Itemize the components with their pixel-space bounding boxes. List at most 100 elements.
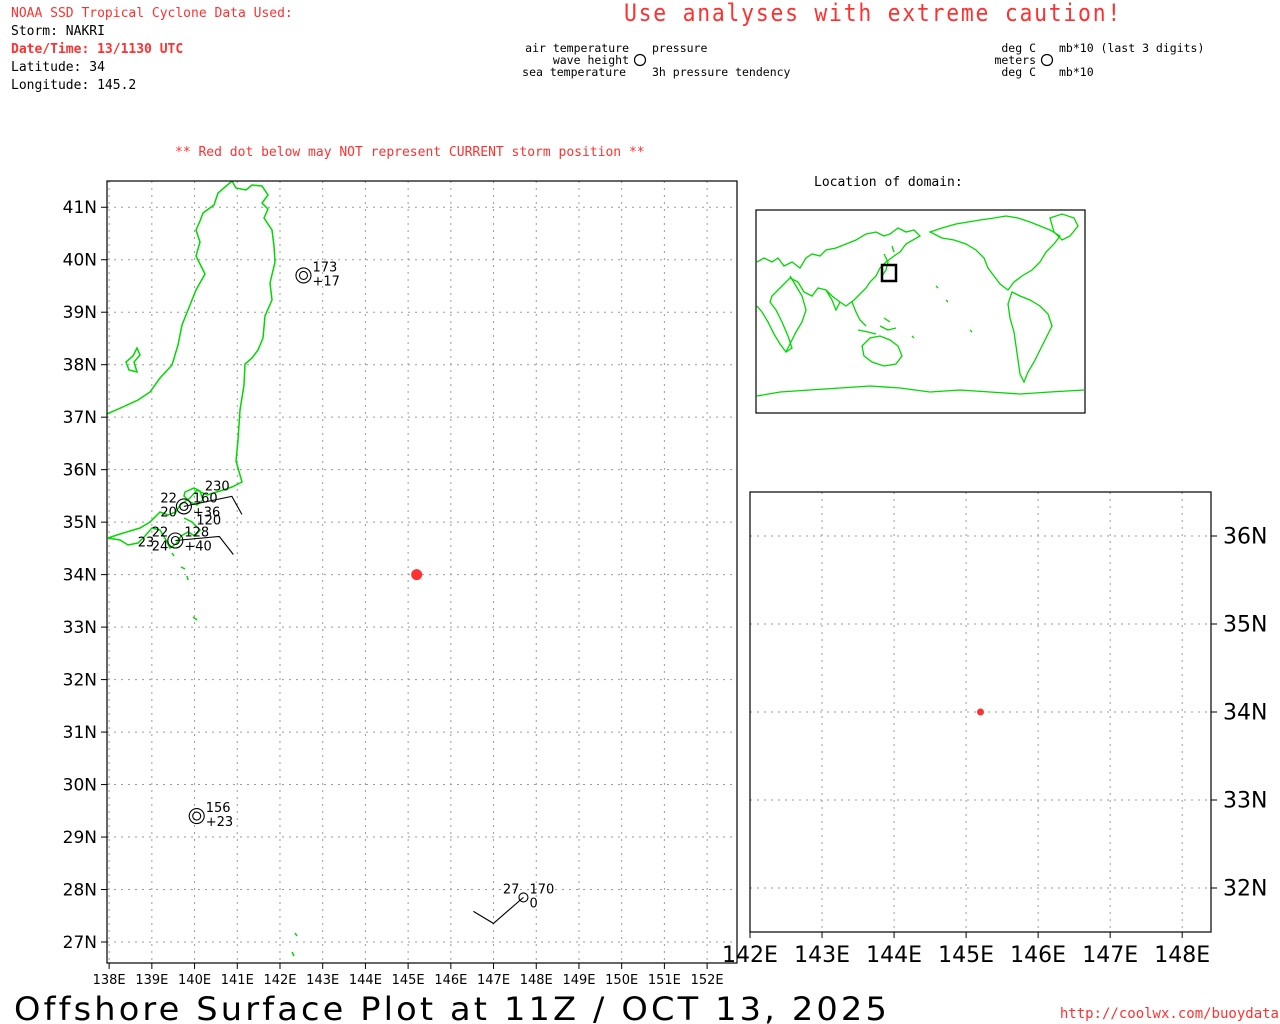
station-tendency: +40 bbox=[184, 540, 211, 555]
lat-label: 36N bbox=[63, 461, 97, 481]
source-url[interactable]: http://coolwx.com/buoydata bbox=[1060, 1006, 1279, 1022]
lon-label: 149E bbox=[562, 973, 595, 988]
coastline-south-america bbox=[1007, 291, 1053, 384]
coastline-antarctica bbox=[756, 385, 1085, 397]
lat-label: 33N bbox=[63, 618, 97, 638]
lon-label: 138E bbox=[93, 973, 126, 988]
station-circle-icon bbox=[295, 267, 312, 284]
world-coastlines bbox=[756, 213, 1085, 397]
station-extra: 120 bbox=[196, 514, 221, 529]
zoom-map: 36N 35N 34N 33N 32N 142E 143E 144E 145E 146E 147E… bbox=[722, 491, 1267, 968]
zoom-map-longitude-labels: 142E 143E 144E 145E 146E 147E 148E bbox=[722, 932, 1210, 968]
coastline-honshu bbox=[107, 181, 276, 539]
station-air: 27 bbox=[503, 882, 520, 897]
station-circle-icon bbox=[188, 807, 205, 825]
station-tendency: 0 bbox=[529, 896, 537, 911]
lon-label: 141E bbox=[221, 973, 254, 988]
zoom-storm-position-dot[interactable] bbox=[977, 708, 984, 716]
lat-label: 33N bbox=[1223, 789, 1267, 814]
lon-label: 140E bbox=[178, 973, 211, 988]
station-extra: 230 bbox=[205, 479, 230, 494]
lat-label: 37N bbox=[63, 408, 97, 428]
lon-label: 146E bbox=[1010, 943, 1066, 968]
coastline-eurasia-west bbox=[756, 227, 922, 353]
main-map-gridlines bbox=[107, 181, 737, 963]
legend-sea-temperature: sea temperature bbox=[522, 65, 626, 79]
lon-label: 148E bbox=[520, 973, 553, 988]
caution-warning: Use analyses with extreme caution! bbox=[624, 0, 1122, 27]
station-extra2: 23 bbox=[138, 536, 155, 551]
inset-title: Location of domain: bbox=[814, 175, 963, 190]
station-st-170[interactable]: 1700 27 bbox=[503, 882, 554, 911]
lon-label: 144E bbox=[866, 943, 922, 968]
station-inner-circle-icon bbox=[192, 811, 202, 821]
latitude: Latitude: 34 bbox=[11, 60, 105, 75]
legend-units-circle-icon bbox=[1040, 53, 1054, 67]
lon-label: 142E bbox=[722, 943, 778, 968]
station-st-156[interactable]: 156+23 bbox=[188, 801, 233, 830]
station-tendency: +23 bbox=[206, 815, 233, 830]
station-st-128[interactable]: 128+40222412023 bbox=[138, 514, 221, 555]
lon-label: 150E bbox=[605, 973, 638, 988]
header-info: NOAA SSD Tropical Cyclone Data Used: Sto… bbox=[11, 6, 293, 93]
source-title: NOAA SSD Tropical Cyclone Data Used: bbox=[11, 6, 293, 21]
lat-label: 35N bbox=[1223, 613, 1267, 638]
main-map: 41N 40N 39N 38N 37N 36N 35N 34N 33N 32N 31N 30N 29N 2… bbox=[63, 180, 738, 988]
station-inner-circle-icon bbox=[298, 270, 309, 281]
coastline-greenland bbox=[1049, 213, 1079, 241]
main-map-longitude-labels: 138E 139E 140E 141E 142E 143E 144E 145E 146E 147E… bbox=[93, 963, 724, 988]
lat-label: 38N bbox=[63, 356, 97, 376]
storm-position-dot[interactable] bbox=[411, 569, 423, 581]
lat-label: 32N bbox=[1223, 877, 1267, 902]
coastline-sado bbox=[125, 346, 141, 374]
station-pressure: 173 bbox=[312, 260, 337, 275]
lon-label: 143E bbox=[794, 943, 850, 968]
lat-label: 30N bbox=[63, 776, 97, 796]
buoy-stations: 173+17160+362220230128+40222412023156+23… bbox=[138, 260, 554, 925]
red-dot-note: ** Red dot below may NOT represent CURRE… bbox=[175, 145, 645, 160]
coastline-seasia bbox=[851, 301, 897, 335]
legend-station-model: air temperature wave height sea temperat… bbox=[522, 41, 790, 79]
surface-plot-canvas: NOAA SSD Tropical Cyclone Data Used: Sto… bbox=[11, 0, 1279, 1024]
zoom-map-latitude-labels: 36N 35N 34N 33N 32N bbox=[1211, 525, 1267, 902]
legend-pressure-units: mb*10 (last 3 digits) bbox=[1059, 41, 1204, 55]
lon-label: 143E bbox=[306, 973, 339, 988]
legend-station-circle-icon bbox=[633, 53, 647, 67]
lon-label: 148E bbox=[1154, 943, 1210, 968]
lon-label: 145E bbox=[392, 973, 425, 988]
legend-units: deg C meters deg C mb*10 (last 3 digits)… bbox=[994, 41, 1204, 79]
lat-label: 31N bbox=[63, 723, 97, 743]
lat-label: 34N bbox=[63, 566, 97, 586]
storm-name: Storm: NAKRI bbox=[11, 24, 105, 39]
lat-label: 39N bbox=[63, 303, 97, 323]
lat-label: 28N bbox=[63, 880, 97, 900]
legend-pressure: pressure bbox=[652, 41, 707, 55]
lon-label: 152E bbox=[691, 973, 724, 988]
lat-label: 35N bbox=[63, 513, 97, 533]
lon-label: 147E bbox=[1082, 943, 1138, 968]
station-air: 22 bbox=[160, 491, 177, 506]
legend-tendency-units: mb*10 bbox=[1059, 65, 1094, 79]
lat-label: 34N bbox=[1223, 701, 1267, 726]
lat-label: 36N bbox=[1223, 525, 1267, 550]
station-pressure: 156 bbox=[206, 801, 231, 816]
lat-label: 40N bbox=[63, 251, 97, 271]
station-st-173[interactable]: 173+17 bbox=[295, 260, 340, 289]
lat-label: 29N bbox=[63, 828, 97, 848]
coastline-pacific-islands bbox=[911, 285, 973, 339]
lon-label: 144E bbox=[349, 973, 382, 988]
coastline-honshu-west bbox=[107, 181, 233, 415]
lat-label: 32N bbox=[63, 671, 97, 691]
legend-pressure-tendency: 3h pressure tendency bbox=[652, 65, 791, 79]
lat-label: 27N bbox=[63, 933, 97, 953]
main-map-frame bbox=[106, 180, 738, 964]
main-map-latitude-labels: 41N 40N 39N 38N 37N 36N 35N 34N 33N 32N 31N 30N 29N 2… bbox=[63, 198, 107, 953]
coastline-north-america bbox=[928, 215, 1061, 291]
coastline-izu-islands bbox=[171, 552, 298, 957]
lon-label: 146E bbox=[434, 973, 467, 988]
coastline-japan bbox=[881, 245, 895, 277]
date-time: Date/Time: 13/1130 UTC bbox=[11, 42, 183, 57]
plot-title: Offshore Surface Plot at 11Z / OCT 13, 2… bbox=[14, 990, 890, 1024]
main-map-coastline bbox=[107, 181, 298, 957]
lon-label: 142E bbox=[263, 973, 296, 988]
